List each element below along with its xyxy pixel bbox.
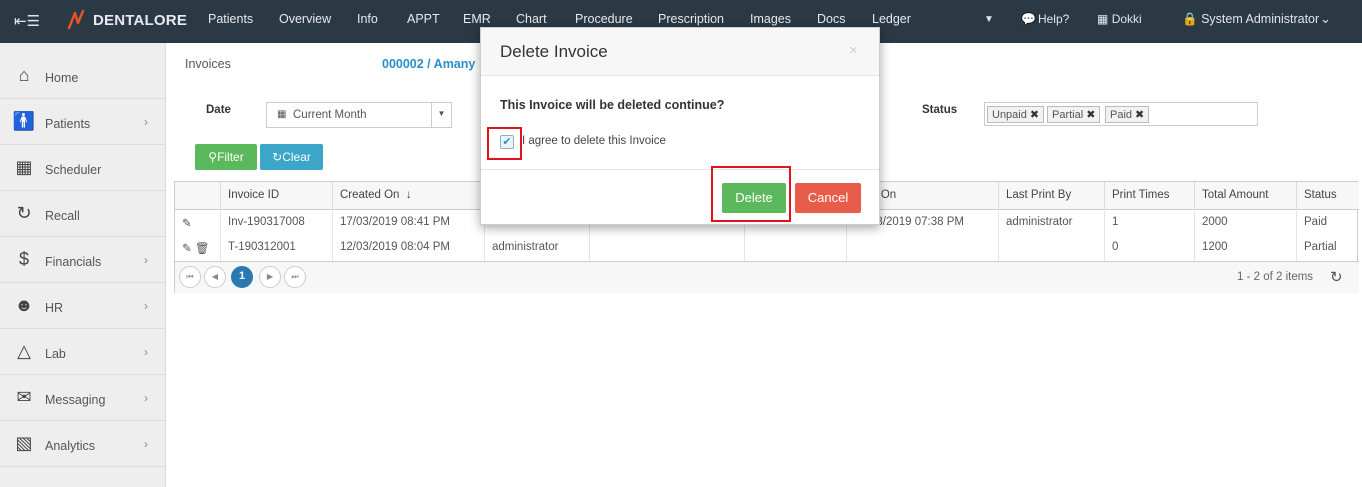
delete-button-highlight-box xyxy=(711,166,791,222)
dialog-divider xyxy=(481,169,879,170)
delete-invoice-dialog: Delete Invoice × This Invoice will be de… xyxy=(480,27,880,225)
dialog-message: This Invoice will be deleted continue? xyxy=(500,98,725,112)
cancel-button[interactable]: Cancel xyxy=(795,183,861,213)
dialog-title: Delete Invoice xyxy=(500,42,608,61)
close-icon[interactable]: × xyxy=(849,42,858,59)
agree-checkbox-label[interactable]: I agree to delete this Invoice xyxy=(522,135,666,147)
dialog-header: Delete Invoice × xyxy=(481,28,879,76)
checkbox-highlight-box xyxy=(487,127,522,160)
